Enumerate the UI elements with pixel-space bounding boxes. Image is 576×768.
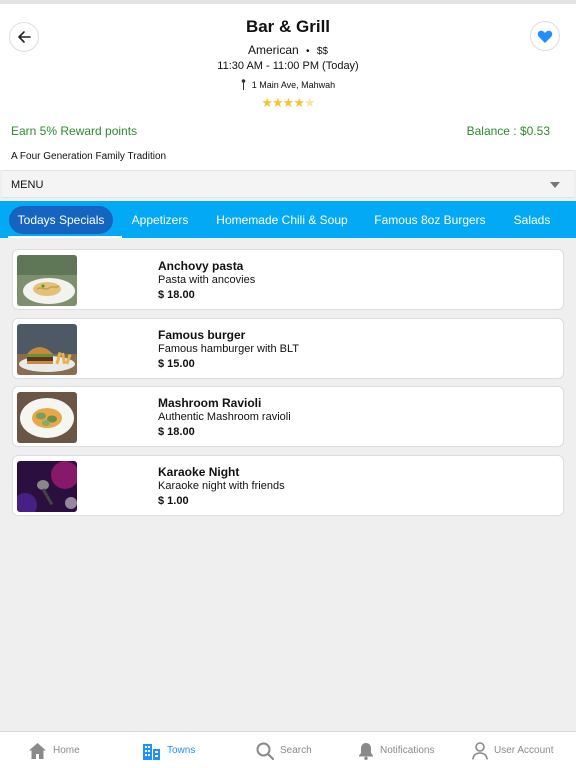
price-level-dot: • bbox=[306, 46, 310, 57]
cuisine-line: American • $$ bbox=[0, 43, 576, 57]
nav-label: Towns bbox=[167, 745, 196, 756]
item-name: Karaoke Night bbox=[158, 465, 240, 479]
star-icon: ★ bbox=[293, 95, 305, 110]
item-price: $ 15.00 bbox=[158, 358, 195, 370]
tab-label: Salads bbox=[513, 212, 551, 227]
restaurant-name: Bar & Grill bbox=[245, 17, 331, 36]
item-price: $ 18.00 bbox=[158, 426, 195, 438]
nav-search[interactable]: Search bbox=[256, 732, 312, 768]
item-photo bbox=[17, 461, 77, 512]
menu-item-card[interactable]: Anchovy pasta Pasta with ancovies $ 18.0… bbox=[12, 249, 564, 310]
nav-label: Notifications bbox=[380, 745, 435, 756]
address-text: 1 Main Ave, Mahwah bbox=[251, 79, 336, 90]
tab-todays-specials[interactable]: Todays Specials bbox=[0, 201, 122, 238]
item-name: Famous burger bbox=[158, 328, 246, 342]
heart-icon bbox=[537, 30, 553, 43]
item-description: Authentic Mashroom ravioli bbox=[158, 411, 291, 423]
nav-label: Search bbox=[280, 745, 312, 756]
cuisine-label: American bbox=[247, 43, 299, 57]
tab-label: Homemade Chili & Soup bbox=[216, 212, 348, 227]
menu-dropdown-label: MENU bbox=[11, 179, 44, 191]
map-pin-icon bbox=[241, 79, 246, 90]
menu-item-card[interactable]: Mashroom Ravioli Authentic Mashroom ravi… bbox=[12, 386, 564, 447]
tab-appetizers[interactable]: Appetizers bbox=[122, 201, 198, 238]
balance-label: Balance : $0.53 bbox=[466, 124, 550, 138]
menu-item-card[interactable]: Famous burger Famous hamburger with BLT … bbox=[12, 318, 564, 379]
half-star-icon: ★ bbox=[303, 95, 316, 110]
buildings-icon bbox=[143, 743, 160, 760]
nav-user-account[interactable]: User Account bbox=[472, 732, 553, 768]
tab-famous-burgers[interactable]: Famous 8oz Burgers bbox=[366, 201, 494, 238]
nav-label: Home bbox=[53, 745, 80, 756]
category-tabs: Todays Specials Appetizers Homemade Chil… bbox=[0, 201, 576, 238]
menu-item-card[interactable]: Karaoke Night Karaoke night with friends… bbox=[12, 455, 564, 516]
tab-label: Famous 8oz Burgers bbox=[374, 212, 486, 227]
item-description: Pasta with ancovies bbox=[158, 274, 256, 286]
item-photo bbox=[17, 392, 77, 443]
user-icon bbox=[472, 741, 488, 760]
nav-towns[interactable]: Towns bbox=[142, 732, 195, 768]
bottom-navigation: Home Towns Search Notifications User Acc… bbox=[0, 731, 576, 768]
tab-salads[interactable]: Salads bbox=[504, 201, 560, 238]
home-icon bbox=[29, 742, 46, 759]
item-description: Famous hamburger with BLT bbox=[158, 343, 300, 355]
nav-notifications[interactable]: Notifications bbox=[358, 732, 434, 768]
item-description: Karaoke night with friends bbox=[158, 480, 285, 492]
rating-stars: ★★★★★ bbox=[0, 95, 576, 111]
star-icon: ★ bbox=[272, 95, 284, 110]
item-photo bbox=[17, 324, 77, 375]
star-icon: ★ bbox=[282, 95, 295, 110]
tab-homemade-chili-soup[interactable]: Homemade Chili & Soup bbox=[202, 201, 362, 238]
search-icon bbox=[256, 742, 274, 760]
tab-label: Appetizers bbox=[131, 212, 189, 227]
item-price: $ 1.00 bbox=[158, 495, 189, 507]
caret-down-icon bbox=[550, 182, 560, 188]
reward-points-label: Earn 5% Reward points bbox=[11, 124, 138, 138]
address-line[interactable]: 1 Main Ave, Mahwah bbox=[0, 79, 576, 90]
restaurant-tagline: A Four Generation Family Tradition bbox=[11, 151, 167, 162]
tab-label: Todays Specials bbox=[8, 205, 114, 234]
bell-icon bbox=[359, 742, 373, 760]
opening-hours: 11:30 AM - 11:00 PM (Today) bbox=[217, 60, 359, 72]
nav-label: User Account bbox=[494, 745, 554, 756]
restaurant-header: Bar & Grill American • $$ 11:30 AM - 11:… bbox=[0, 4, 576, 170]
price-level: $$ bbox=[316, 46, 328, 57]
item-name: Anchovy pasta bbox=[158, 259, 244, 273]
menu-dropdown[interactable]: MENU bbox=[2, 170, 574, 198]
item-price: $ 18.00 bbox=[158, 289, 195, 301]
item-photo bbox=[17, 255, 77, 306]
item-name: Mashroom Ravioli bbox=[158, 396, 262, 410]
nav-home[interactable]: Home bbox=[28, 732, 80, 768]
star-icon: ★ bbox=[261, 95, 273, 110]
